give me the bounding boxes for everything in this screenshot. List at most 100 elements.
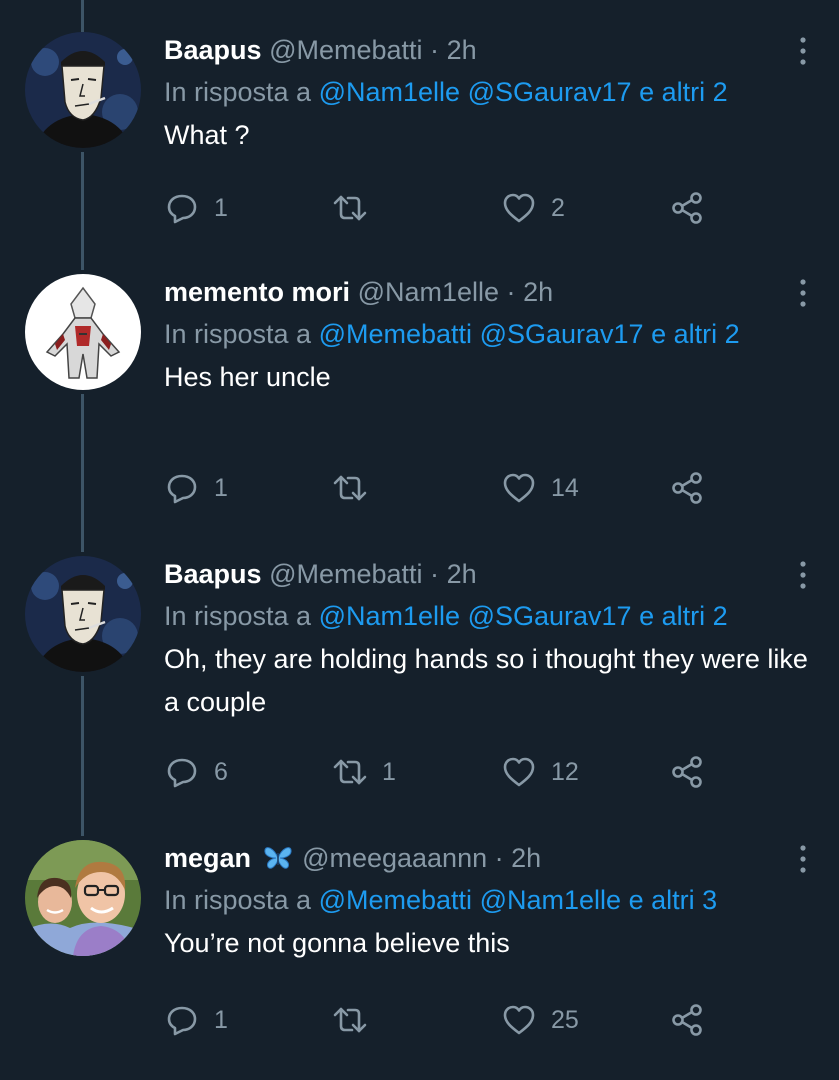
separator: ·	[430, 559, 440, 589]
reply-icon	[167, 1006, 197, 1036]
heart-icon	[503, 757, 535, 787]
timestamp[interactable]: 2h	[447, 35, 477, 65]
mention-link[interactable]: @Nam1elle	[480, 885, 621, 915]
reply-count: 6	[214, 757, 228, 786]
tweet[interactable]: Baapus @Memebatti · 2h In risposta a @Na…	[0, 556, 839, 796]
timestamp[interactable]: 2h	[523, 277, 553, 307]
tweet-header: memento mori @Nam1elle · 2h	[164, 274, 809, 310]
tweet-header: Baapus @Memebatti · 2h	[164, 32, 809, 68]
avatar[interactable]	[25, 840, 141, 956]
tweet-actions: 1 14	[164, 468, 724, 508]
mention-link[interactable]: e altri 2	[639, 77, 728, 107]
display-name[interactable]: memento mori	[164, 277, 350, 307]
mention-link[interactable]: e altri 2	[651, 319, 740, 349]
like-count: 2	[551, 193, 565, 222]
like-button[interactable]: 2	[501, 188, 565, 228]
reply-prefix: In risposta a	[164, 885, 312, 915]
retweet-button[interactable]: 1	[332, 752, 396, 792]
user-handle[interactable]: @meegaaannn	[302, 843, 487, 873]
assassin-avatar-icon	[25, 274, 141, 390]
butterfly-icon	[263, 847, 292, 869]
mention-link[interactable]: @Nam1elle	[319, 601, 460, 631]
wojak-avatar-icon	[25, 32, 141, 148]
reply-button[interactable]: 1	[164, 468, 228, 508]
reply-prefix: In risposta a	[164, 77, 312, 107]
mention-link[interactable]: @Memebatti	[319, 319, 472, 349]
separator: ·	[494, 843, 504, 873]
like-button[interactable]: 12	[501, 752, 579, 792]
heart-icon	[503, 1005, 535, 1035]
reply-button[interactable]: 1	[164, 1000, 228, 1040]
like-count: 14	[551, 473, 579, 502]
mention-link[interactable]: @SGaurav17	[468, 601, 632, 631]
mention-link[interactable]: @Memebatti	[319, 885, 472, 915]
share-button[interactable]	[669, 752, 705, 792]
share-icon	[672, 756, 702, 788]
avatar[interactable]	[25, 274, 141, 390]
separator: ·	[430, 35, 440, 65]
like-button[interactable]: 14	[501, 468, 579, 508]
timestamp[interactable]: 2h	[511, 843, 541, 873]
mention-link[interactable]: @SGaurav17	[480, 319, 644, 349]
display-name[interactable]: Baapus	[164, 559, 262, 589]
reply-button[interactable]: 6	[164, 752, 228, 792]
like-button[interactable]: 25	[501, 1000, 579, 1040]
like-count: 25	[551, 1005, 579, 1034]
more-options-icon[interactable]	[797, 844, 809, 874]
timestamp[interactable]: 2h	[447, 559, 477, 589]
share-button[interactable]	[669, 1000, 705, 1040]
reply-count: 1	[214, 193, 228, 222]
display-name[interactable]: megan	[164, 843, 251, 873]
tweet-text: Oh, they are holding hands so i thought …	[164, 644, 808, 717]
share-button[interactable]	[669, 468, 705, 508]
tweet[interactable]: Baapus @Memebatti · 2h In risposta a @Na…	[0, 32, 839, 232]
reply-button[interactable]: 1	[164, 188, 228, 228]
reply-context: In risposta a @Memebatti @Nam1elle e alt…	[164, 882, 809, 918]
share-icon	[672, 1004, 702, 1036]
avatar[interactable]	[25, 556, 141, 672]
retweet-count: 1	[382, 757, 396, 786]
more-options-icon[interactable]	[797, 36, 809, 66]
retweet-icon	[333, 475, 367, 501]
reply-context: In risposta a @Memebatti @SGaurav17 e al…	[164, 316, 809, 352]
mention-link[interactable]: @SGaurav17	[468, 77, 632, 107]
reply-icon	[167, 194, 197, 224]
tweet[interactable]: memento mori @Nam1elle · 2h In risposta …	[0, 274, 839, 514]
retweet-icon	[333, 759, 367, 785]
reply-count: 1	[214, 1005, 228, 1034]
mention-link[interactable]: @Nam1elle	[319, 77, 460, 107]
tweet-text: You’re not gonna believe this	[164, 928, 510, 958]
tweet-actions: 1 25	[164, 1000, 724, 1040]
reply-icon	[167, 474, 197, 504]
more-options-icon[interactable]	[797, 278, 809, 308]
user-handle[interactable]: @Memebatti	[269, 559, 422, 589]
user-handle[interactable]: @Memebatti	[269, 35, 422, 65]
retweet-button[interactable]	[332, 188, 382, 228]
share-button[interactable]	[669, 188, 705, 228]
share-icon	[672, 472, 702, 504]
avatar[interactable]	[25, 32, 141, 148]
reply-context: In risposta a @Nam1elle @SGaurav17 e alt…	[164, 598, 809, 634]
tweet-text: What ?	[164, 120, 250, 150]
retweet-button[interactable]	[332, 1000, 382, 1040]
user-handle[interactable]: @Nam1elle	[358, 277, 499, 307]
photo-avatar-icon	[25, 840, 141, 956]
wojak-avatar-icon	[25, 556, 141, 672]
more-options-icon[interactable]	[797, 560, 809, 590]
display-name[interactable]: Baapus	[164, 35, 262, 65]
separator: ·	[506, 277, 516, 307]
reply-prefix: In risposta a	[164, 319, 312, 349]
retweet-button[interactable]	[332, 468, 382, 508]
tweet-header: megan @meegaaannn · 2h	[164, 840, 809, 876]
tweet[interactable]: megan @meegaaannn · 2h In risposta a @Me…	[0, 840, 839, 1040]
mention-link[interactable]: e altri 2	[639, 601, 728, 631]
reply-count: 1	[214, 473, 228, 502]
heart-icon	[503, 193, 535, 223]
reply-context: In risposta a @Nam1elle @SGaurav17 e alt…	[164, 74, 809, 110]
heart-icon	[503, 473, 535, 503]
like-count: 12	[551, 757, 579, 786]
tweet-text: Hes her uncle	[164, 362, 331, 392]
retweet-icon	[333, 1007, 367, 1033]
share-icon	[672, 192, 702, 224]
mention-link[interactable]: e altri 3	[629, 885, 718, 915]
